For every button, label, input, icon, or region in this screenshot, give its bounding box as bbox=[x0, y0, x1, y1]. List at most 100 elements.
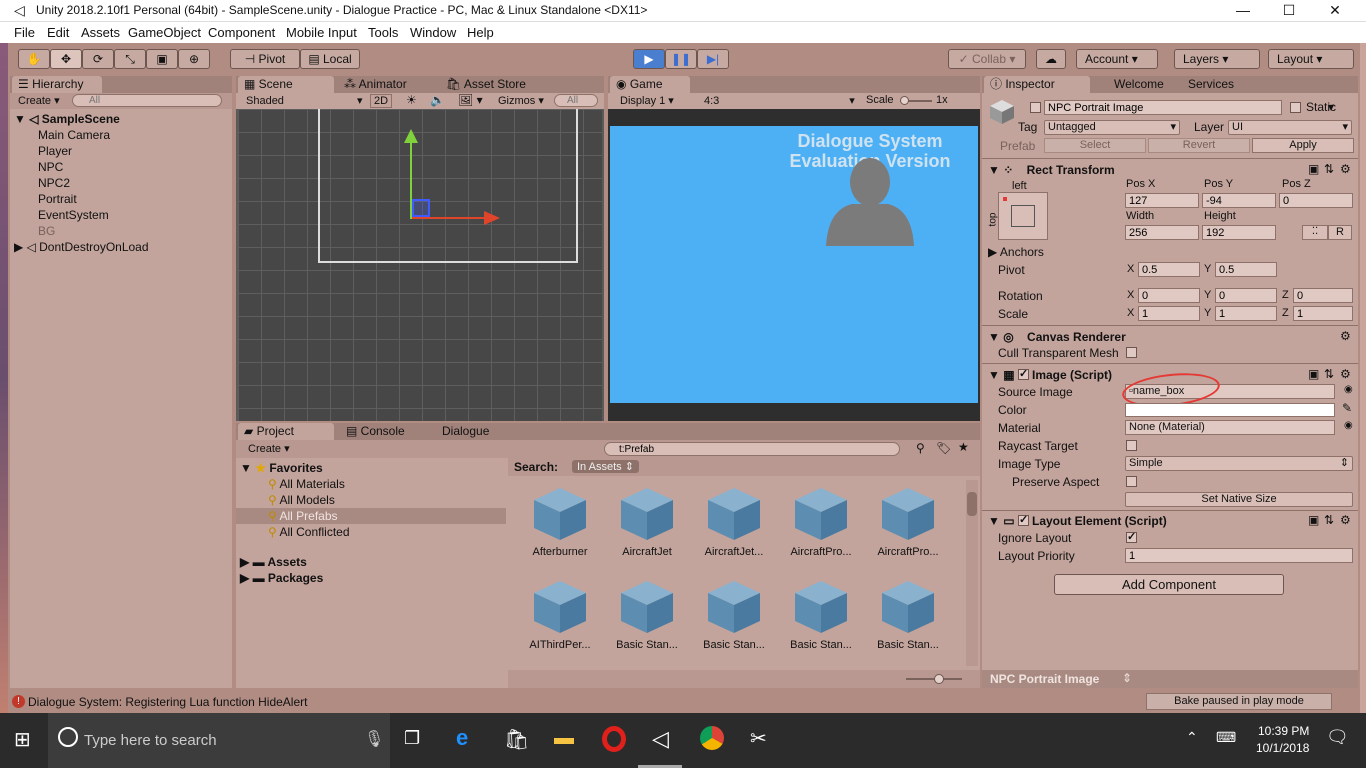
ignore-layout-checkbox[interactable] bbox=[1126, 530, 1137, 543]
effects-icon[interactable]: 🖼 ▾ bbox=[458, 93, 483, 107]
tag-dropdown[interactable]: Untagged ▾ bbox=[1044, 120, 1180, 135]
filter-type-icon[interactable]: ⚲ bbox=[916, 441, 925, 455]
windows-start-icon[interactable]: ⊞ bbox=[14, 727, 31, 752]
scene-search-input[interactable] bbox=[554, 94, 598, 107]
xy-plane-handle[interactable] bbox=[412, 199, 430, 217]
object-name-field[interactable] bbox=[1044, 100, 1282, 115]
settings-gear-icon[interactable]: ⚙ bbox=[1340, 513, 1351, 527]
footer-dropdown-icon[interactable]: ⇕ bbox=[1122, 671, 1132, 685]
preset-icon[interactable]: ⇅ bbox=[1324, 162, 1334, 176]
preset-icon[interactable]: ⇅ bbox=[1324, 513, 1334, 527]
material-field[interactable]: None (Material) bbox=[1125, 420, 1335, 435]
x-axis-handle[interactable] bbox=[412, 217, 488, 219]
asset-label[interactable]: Basic Stan... bbox=[605, 639, 689, 651]
pivot-y-field[interactable] bbox=[1215, 262, 1277, 277]
posz-field[interactable] bbox=[1279, 193, 1353, 208]
scale-x-field[interactable] bbox=[1138, 306, 1200, 321]
rotation-x-field[interactable] bbox=[1138, 288, 1200, 303]
asset-label[interactable]: AIThirdPer... bbox=[518, 639, 602, 651]
width-field[interactable] bbox=[1125, 225, 1199, 240]
preset-icon[interactable]: ⇅ bbox=[1324, 367, 1334, 381]
rotation-y-field[interactable] bbox=[1215, 288, 1277, 303]
prefab-cube-icon[interactable] bbox=[878, 577, 938, 637]
play-button[interactable]: ▶ bbox=[633, 49, 665, 69]
hierarchy-item[interactable]: NPC2 bbox=[38, 175, 70, 191]
asset-label[interactable]: Afterburner bbox=[518, 546, 602, 558]
clock-time[interactable]: 10:39 PM bbox=[1258, 724, 1309, 738]
hierarchy-search-input[interactable] bbox=[72, 94, 222, 107]
assets-folder[interactable]: ▶ ▬ Assets bbox=[240, 554, 307, 570]
hand-tool-icon[interactable]: ✋ bbox=[18, 49, 50, 69]
layout-dropdown[interactable]: Layout ▾ bbox=[1268, 49, 1354, 69]
asset-label[interactable]: Basic Stan... bbox=[866, 639, 950, 651]
layer-dropdown[interactable]: UI ▾ bbox=[1228, 120, 1352, 135]
collab-dropdown[interactable]: ✓ Collab ▾ bbox=[948, 49, 1026, 69]
settings-gear-icon[interactable]: ⚙ bbox=[1340, 367, 1351, 381]
cloud-button[interactable]: ☁ bbox=[1036, 49, 1066, 69]
scene-root[interactable]: ▼ ◁ SampleScene bbox=[14, 111, 230, 127]
scrollbar-thumb[interactable] bbox=[967, 492, 977, 516]
edge-icon[interactable]: e bbox=[456, 725, 468, 751]
asset-label[interactable]: AircraftJet bbox=[605, 546, 689, 558]
assets-scrollbar[interactable] bbox=[966, 480, 978, 666]
color-swatch[interactable] bbox=[1125, 403, 1335, 417]
project-search-input[interactable] bbox=[604, 442, 900, 456]
posy-field[interactable] bbox=[1202, 193, 1276, 208]
menu-help[interactable]: Help bbox=[467, 25, 494, 40]
tab-hierarchy[interactable]: ☰ Hierarchy bbox=[12, 76, 102, 93]
tab-animator[interactable]: ⁂ Animator bbox=[338, 76, 413, 93]
aspect-dropdown[interactable]: 4:3 ▾ bbox=[704, 94, 855, 107]
menu-file[interactable]: File bbox=[14, 25, 35, 40]
transform-tool-icon[interactable]: ⊕ bbox=[178, 49, 210, 69]
prefab-cube-icon[interactable] bbox=[530, 577, 590, 637]
menu-edit[interactable]: Edit bbox=[47, 25, 69, 40]
snip-tool-icon[interactable]: ✂ bbox=[750, 726, 767, 751]
menu-mobile-input[interactable]: Mobile Input bbox=[286, 25, 357, 40]
static-checkbox[interactable] bbox=[1290, 102, 1301, 113]
prefab-cube-icon[interactable] bbox=[878, 484, 938, 544]
unity-icon[interactable]: ◁ bbox=[652, 726, 669, 752]
notification-icon[interactable]: 🗨 bbox=[1326, 727, 1349, 748]
asset-label[interactable]: AircraftPro... bbox=[779, 546, 863, 558]
menu-gameobject[interactable]: GameObject bbox=[128, 25, 201, 40]
raycast-checkbox[interactable] bbox=[1126, 440, 1137, 451]
eyedropper-icon[interactable]: ✎ bbox=[1342, 401, 1352, 415]
menu-component[interactable]: Component bbox=[208, 25, 275, 40]
object-picker-icon[interactable]: ◉ bbox=[1344, 420, 1353, 431]
gizmos-dropdown[interactable]: Gizmos ▾ bbox=[498, 94, 544, 107]
hierarchy-item[interactable]: Player bbox=[38, 143, 72, 159]
image-type-dropdown[interactable]: Simple ⇕ bbox=[1125, 456, 1353, 471]
menu-window[interactable]: Window bbox=[410, 25, 456, 40]
2d-toggle[interactable]: 2D bbox=[370, 94, 393, 108]
ddol-root[interactable]: ▶ ◁ DontDestroyOnLoad bbox=[14, 239, 230, 255]
local-toggle[interactable]: ▤ Local bbox=[300, 49, 360, 69]
minimize-button[interactable]: — bbox=[1220, 0, 1266, 22]
prefab-cube-icon[interactable] bbox=[530, 484, 590, 544]
tab-game[interactable]: ◉ Game bbox=[610, 76, 690, 93]
cull-checkbox[interactable] bbox=[1126, 347, 1137, 358]
game-viewport[interactable]: Dialogue System Evaluation Version bbox=[610, 126, 978, 403]
settings-gear-icon[interactable]: ⚙ bbox=[1340, 329, 1351, 343]
favorite-item[interactable]: ⚲ All Models bbox=[268, 492, 335, 508]
prefab-cube-icon[interactable] bbox=[791, 484, 851, 544]
favorite-star-icon[interactable]: ★ bbox=[958, 440, 969, 454]
move-tool-icon[interactable]: ✥ bbox=[50, 49, 82, 69]
rotate-tool-icon[interactable]: ⟳ bbox=[82, 49, 114, 69]
project-create-button[interactable]: Create ▾ bbox=[248, 442, 290, 455]
tab-asset-store[interactable]: 🛍 Asset Store bbox=[440, 76, 532, 93]
favorite-item-selected[interactable]: ⚲ All Prefabs bbox=[236, 508, 506, 524]
maximize-button[interactable]: ☐ bbox=[1266, 0, 1312, 22]
display-dropdown[interactable]: Display 1 ▾ bbox=[620, 94, 674, 107]
prefab-cube-icon[interactable] bbox=[704, 484, 764, 544]
scene-viewport[interactable] bbox=[238, 109, 602, 421]
favorite-item[interactable]: ⚲ All Materials bbox=[268, 476, 345, 492]
tab-project[interactable]: ▰ Project bbox=[238, 423, 334, 440]
tab-inspector[interactable]: ⓘ Inspector bbox=[984, 76, 1090, 93]
object-picker-icon[interactable]: ◉ bbox=[1344, 384, 1353, 395]
hierarchy-item[interactable]: Main Camera bbox=[38, 127, 110, 143]
clock-date[interactable]: 10/1/2018 bbox=[1256, 741, 1309, 755]
file-explorer-icon[interactable]: ▬ bbox=[554, 727, 574, 750]
scale-y-field[interactable] bbox=[1215, 306, 1277, 321]
asset-label[interactable]: AircraftPro... bbox=[866, 546, 950, 558]
asset-label[interactable]: AircraftJet... bbox=[692, 546, 776, 558]
